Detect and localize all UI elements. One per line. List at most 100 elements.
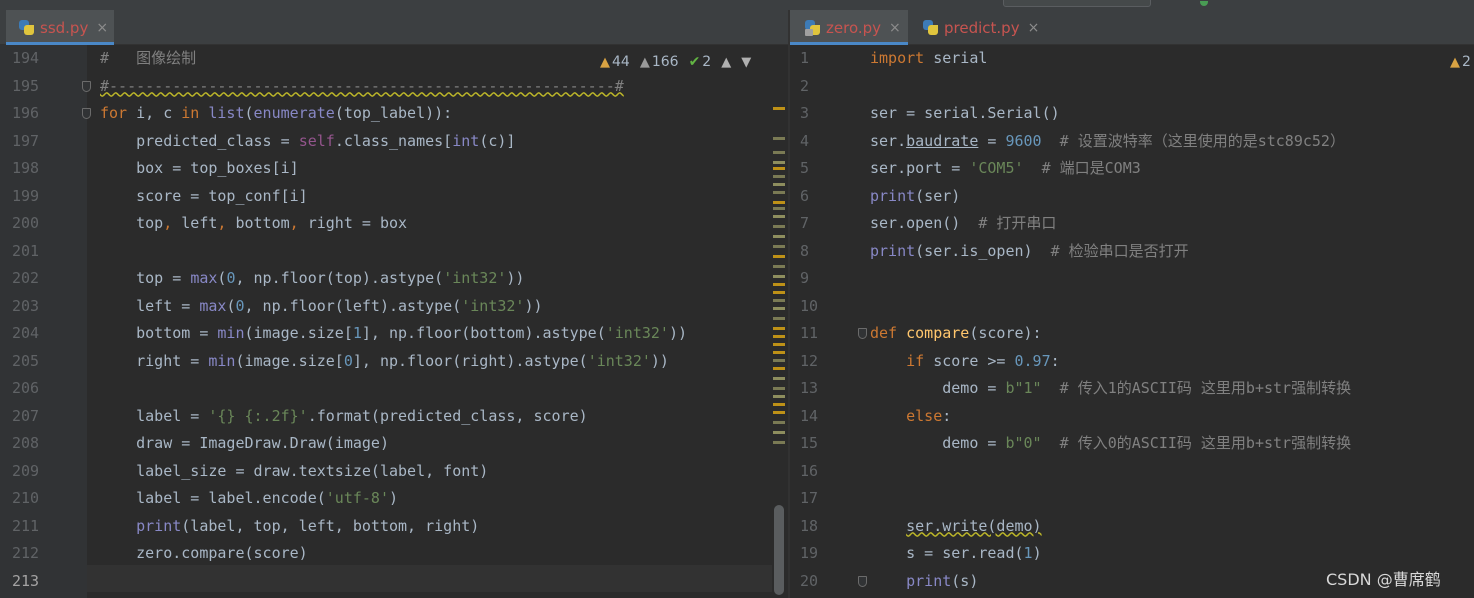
code-line[interactable]: ser.baudrate = 9600 # 设置波特率（这里使用的是stc89c…	[870, 128, 1345, 155]
line-number[interactable]: 15	[800, 430, 818, 457]
code-line[interactable]: label_size = draw.textsize(label, font)	[100, 458, 488, 485]
code-line[interactable]: s = ser.read(1)	[870, 540, 1041, 567]
line-number[interactable]: 8	[800, 238, 809, 265]
line-number[interactable]: 198	[12, 155, 39, 182]
line-number[interactable]: 206	[12, 375, 39, 402]
fold-marker-icon[interactable]	[82, 80, 91, 92]
line-number[interactable]: 210	[12, 485, 39, 512]
line-number[interactable]: 6	[800, 183, 809, 210]
scrollbar-thumb[interactable]	[774, 505, 784, 595]
line-number[interactable]: 208	[12, 430, 39, 457]
run-icon[interactable]	[1200, 1, 1208, 6]
code-line[interactable]: import serial	[870, 45, 987, 72]
code-line[interactable]: label = '{} {:.2f}'.format(predicted_cla…	[100, 403, 588, 430]
code-line[interactable]: # 图像绘制	[100, 45, 196, 72]
code-line[interactable]: predicted_class = self.class_names[int(c…	[100, 128, 515, 155]
line-number[interactable]: 1	[800, 45, 809, 72]
line-number[interactable]: 16	[800, 458, 818, 485]
line-number[interactable]: 201	[12, 238, 39, 265]
line-number[interactable]: 13	[800, 375, 818, 402]
code-line[interactable]: draw = ImageDraw.Draw(image)	[100, 430, 389, 457]
code-line[interactable]: ser.port = 'COM5' # 端口是COM3	[870, 155, 1141, 182]
line-number[interactable]: 207	[12, 403, 39, 430]
code-line[interactable]: demo = b"1" # 传入1的ASCII码 这里用b+str强制转换	[870, 375, 1351, 402]
line-number[interactable]: 209	[12, 458, 39, 485]
tab-ssd-py[interactable]: ssd.py ×	[6, 10, 114, 45]
line-number[interactable]: 11	[800, 320, 818, 347]
code-line[interactable]: right = min(image.size[0], np.floor(righ…	[100, 348, 669, 375]
line-number[interactable]: 2	[800, 73, 809, 100]
run-config-selector[interactable]	[1003, 0, 1151, 7]
code-token: # 传入0的ASCII码 这里用b+str强制转换	[1041, 434, 1352, 452]
code-line[interactable]: def compare(score):	[870, 320, 1042, 347]
code-line[interactable]: top, left, bottom, right = box	[100, 210, 407, 237]
code-line[interactable]: ser.open() # 打开串口	[870, 210, 1056, 237]
line-number[interactable]: 212	[12, 540, 39, 567]
line-number[interactable]: 3	[800, 100, 809, 127]
tab-zero-py[interactable]: zero.py ×	[790, 10, 908, 45]
code-line[interactable]: box = top_boxes[i]	[100, 155, 299, 182]
code-line[interactable]: top = max(0, np.floor(top).astype('int32…	[100, 265, 524, 292]
code-token: right =	[100, 351, 209, 370]
line-number[interactable]: 195	[12, 73, 39, 100]
line-number[interactable]: 9	[800, 265, 809, 292]
line-number[interactable]: 18	[800, 513, 818, 540]
code-line[interactable]: ser.write(demo)	[870, 513, 1041, 540]
close-tab-icon[interactable]: ×	[96, 20, 108, 36]
fold-marker-icon[interactable]	[858, 575, 867, 587]
line-number[interactable]: 194	[12, 45, 39, 72]
next-highlight-icon[interactable]: ▼	[741, 55, 751, 70]
inspection-widget[interactable]: ▲ 2	[1450, 52, 1471, 72]
code-token: #---------------------------------------…	[100, 76, 624, 95]
prev-highlight-icon[interactable]: ▲	[721, 55, 731, 70]
code-line[interactable]: for i, c in list(enumerate(top_label)):	[100, 100, 452, 127]
line-number[interactable]: 204	[12, 320, 39, 347]
code-line[interactable]: ser = serial.Serial()	[870, 100, 1060, 127]
close-tab-icon[interactable]: ×	[889, 20, 901, 36]
code-line[interactable]: score = top_conf[i]	[100, 183, 308, 210]
code-line[interactable]: zero.compare(score)	[100, 540, 308, 567]
code-line[interactable]: label = label.encode('utf-8')	[100, 485, 398, 512]
code-token: # 图像绘制	[100, 49, 197, 67]
line-number[interactable]: 4	[800, 128, 809, 155]
code-area[interactable]: # 图像绘制 #---------------------------------…	[100, 45, 770, 598]
close-tab-icon[interactable]: ×	[1028, 20, 1040, 36]
code-line[interactable]: bottom = min(image.size[1], np.floor(bot…	[100, 320, 687, 347]
line-number[interactable]: 14	[800, 403, 818, 430]
line-number[interactable]: 202	[12, 265, 39, 292]
code-line[interactable]: #---------------------------------------…	[100, 73, 624, 100]
line-number[interactable]: 196	[12, 100, 39, 127]
line-number[interactable]: 5	[800, 155, 809, 182]
code-line[interactable]: else:	[870, 403, 951, 430]
line-number[interactable]: 20	[800, 568, 818, 595]
line-number[interactable]: 7	[800, 210, 809, 237]
code-line[interactable]: demo = b"0" # 传入0的ASCII码 这里用b+str强制转换	[870, 430, 1351, 457]
line-number[interactable]: 211	[12, 513, 39, 540]
line-number[interactable]: 203	[12, 293, 39, 320]
inspection-widget[interactable]: ▲ 44 ▲ 166 ✔ 2 ▲ ▼	[600, 52, 751, 72]
line-number[interactable]: 200	[12, 210, 39, 237]
line-number[interactable]: 213	[12, 568, 39, 595]
line-number[interactable]: 199	[12, 183, 39, 210]
fold-marker-icon[interactable]	[858, 328, 867, 339]
code-line[interactable]: print(ser)	[870, 183, 960, 210]
line-number[interactable]: 17	[800, 485, 818, 512]
line-number[interactable]: 19	[800, 540, 818, 567]
line-number[interactable]: 205	[12, 348, 39, 375]
line-number[interactable]: 10	[800, 293, 818, 320]
error-stripe[interactable]	[773, 95, 785, 595]
tab-predict-py[interactable]: predict.py ×	[918, 10, 1048, 45]
line-number[interactable]: 12	[800, 348, 818, 375]
code-line[interactable]: print(ser.is_open) # 检验串口是否打开	[870, 238, 1189, 265]
code-line[interactable]: print(s)	[870, 568, 978, 595]
code-area[interactable]: import serial ser = serial.Serial() ser.ba…	[870, 45, 1460, 598]
code-token: for	[100, 104, 128, 122]
code-line[interactable]: if score >= 0.97:	[870, 348, 1060, 375]
code-line[interactable]: left = max(0, np.floor(left).astype('int…	[100, 293, 542, 320]
code-line[interactable]: print(label, top, left, bottom, right)	[100, 513, 479, 540]
line-number[interactable]: 197	[12, 128, 39, 155]
code-token: ser.	[870, 131, 907, 150]
code-token: 0.97	[1014, 351, 1051, 370]
fold-marker-icon[interactable]	[82, 108, 91, 119]
